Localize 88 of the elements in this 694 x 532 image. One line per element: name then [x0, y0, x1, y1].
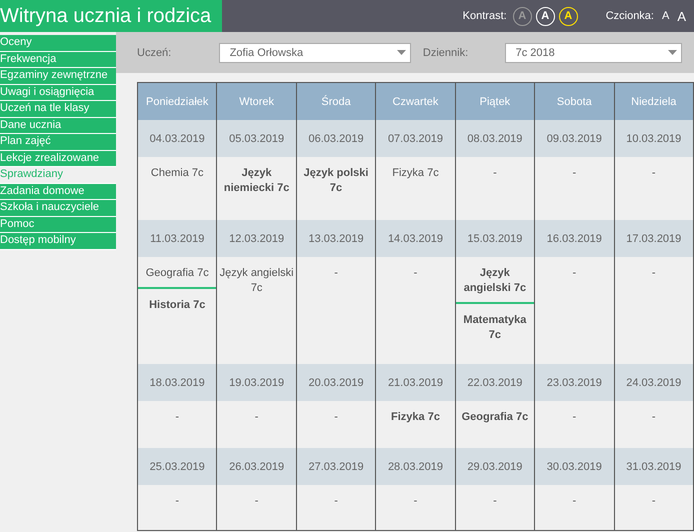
date-cell: 08.03.2019	[455, 120, 535, 157]
date-cell: 12.03.2019	[216, 220, 296, 257]
date-cell: 15.03.2019	[455, 220, 535, 257]
date-cell: 06.03.2019	[296, 120, 376, 157]
column-header: Środa	[296, 82, 376, 120]
test-entry: -	[254, 494, 260, 509]
date-cell: 18.03.2019	[138, 364, 217, 401]
test-entry: -	[650, 166, 657, 181]
date-cell: 14.03.2019	[376, 220, 456, 257]
filter-label: Uczeń:	[137, 46, 172, 58]
date-cell: 25.03.2019	[138, 448, 217, 485]
contrast-button[interactable]: A	[536, 6, 555, 26]
date-cell: 20.03.2019	[296, 364, 376, 401]
date-cell: 24.03.2019	[614, 364, 694, 401]
column-header: Niedziela	[614, 82, 694, 120]
date-cell: 11.03.2019	[138, 220, 217, 257]
test-entry: -	[412, 494, 418, 509]
filter-label: Dziennik:	[422, 46, 470, 58]
sidebar-item[interactable]: Plan zajęć	[0, 134, 116, 150]
date-cell: 04.03.2019	[138, 120, 217, 157]
sidebar-item[interactable]: Dane ucznia	[0, 118, 116, 134]
column-header: Piątek	[455, 82, 535, 120]
test-entry: -	[333, 494, 339, 509]
date-cell: 17.03.2019	[614, 220, 694, 257]
test-entry: -	[254, 410, 260, 425]
contrast-button[interactable]: A	[512, 6, 532, 26]
column-header: Czwartek	[376, 82, 456, 120]
date-cell: 21.03.2019	[376, 364, 456, 401]
date-cell: 16.03.2019	[534, 220, 614, 257]
date-cell: 09.03.2019	[534, 120, 614, 157]
sidebar-item[interactable]: Szkoła i nauczyciele	[0, 200, 116, 216]
test-entry: -	[571, 166, 578, 181]
date-cell: 23.03.2019	[534, 364, 614, 401]
sidebar-item[interactable]: Egzaminy zewnętrzne	[0, 68, 116, 84]
font-size-label: Czcionka:	[606, 10, 654, 22]
test-entry: Geografia 7c	[460, 410, 530, 425]
date-cell: 05.03.2019	[216, 120, 296, 157]
test-entry: -	[333, 266, 339, 281]
test-entry: Język niemiecki 7c	[222, 166, 290, 196]
contrast-label: Kontrast:	[462, 10, 507, 22]
column-header: Poniedziałek	[138, 82, 217, 120]
test-entry: Język polski 7c	[302, 166, 370, 196]
sidebar-item[interactable]: Zadania domowe	[0, 184, 116, 200]
test-entry: Fizyka 7c	[391, 166, 440, 181]
test-entry: -	[492, 166, 498, 181]
sidebar-item[interactable]: Uwagi i osiągnięcia	[0, 84, 116, 101]
date-cell: 19.03.2019	[216, 364, 296, 401]
date-cell: 10.03.2019	[614, 120, 694, 157]
test-entry: -	[174, 410, 180, 425]
sidebar-item[interactable]: Frekwencja	[0, 52, 116, 68]
test-entry: -	[333, 410, 339, 425]
date-cell: 28.03.2019	[376, 448, 456, 485]
test-entry: Chemia 7c	[150, 166, 204, 181]
test-entry: Fizyka 7c	[390, 410, 441, 425]
test-entry: -	[650, 494, 657, 509]
test-entry: -	[571, 410, 578, 425]
test-entry: -	[174, 494, 180, 509]
column-header: Sobota	[534, 82, 614, 120]
test-entry: -	[571, 494, 578, 509]
sidebar-item[interactable]: Dostęp mobilny	[0, 233, 116, 250]
dropdown[interactable]: 7c 2018	[504, 42, 682, 62]
date-cell: 30.03.2019	[534, 448, 614, 485]
font-size-button[interactable]: A	[675, 8, 688, 24]
date-cell: 27.03.2019	[296, 448, 376, 485]
date-cell: 26.03.2019	[216, 448, 296, 485]
sidebar-item[interactable]: Sprawdziany	[0, 167, 116, 184]
sidebar-item[interactable]: Oceny	[0, 35, 116, 52]
font-size-button[interactable]: A	[660, 10, 672, 22]
test-entry: -	[571, 266, 578, 281]
dropdown[interactable]: Zofia Orłowska	[218, 42, 411, 62]
app-title: Witryna ucznia i rodzica	[0, 0, 222, 32]
test-entry: -	[650, 410, 657, 425]
date-cell: 31.03.2019	[614, 448, 694, 485]
test-entry: Język angielski 7c	[218, 266, 295, 296]
test-entry: -	[492, 494, 498, 509]
contrast-button[interactable]: A	[558, 6, 578, 26]
test-entry: -	[650, 266, 657, 281]
sidebar-item[interactable]: Pomoc	[0, 216, 116, 233]
sidebar-item[interactable]: Uczeń na tle klasy	[0, 101, 116, 118]
test-entry: Język angielski 7c	[462, 266, 528, 296]
date-cell: 29.03.2019	[455, 448, 535, 485]
date-cell: 13.03.2019	[296, 220, 376, 257]
test-entry: -	[412, 266, 418, 281]
column-header: Wtorek	[216, 82, 296, 120]
date-cell: 22.03.2019	[455, 364, 535, 401]
date-cell: 07.03.2019	[376, 120, 456, 157]
sidebar-item[interactable]: Lekcje zrealizowane	[0, 150, 116, 167]
test-entry: Geografia 7c	[144, 266, 210, 281]
